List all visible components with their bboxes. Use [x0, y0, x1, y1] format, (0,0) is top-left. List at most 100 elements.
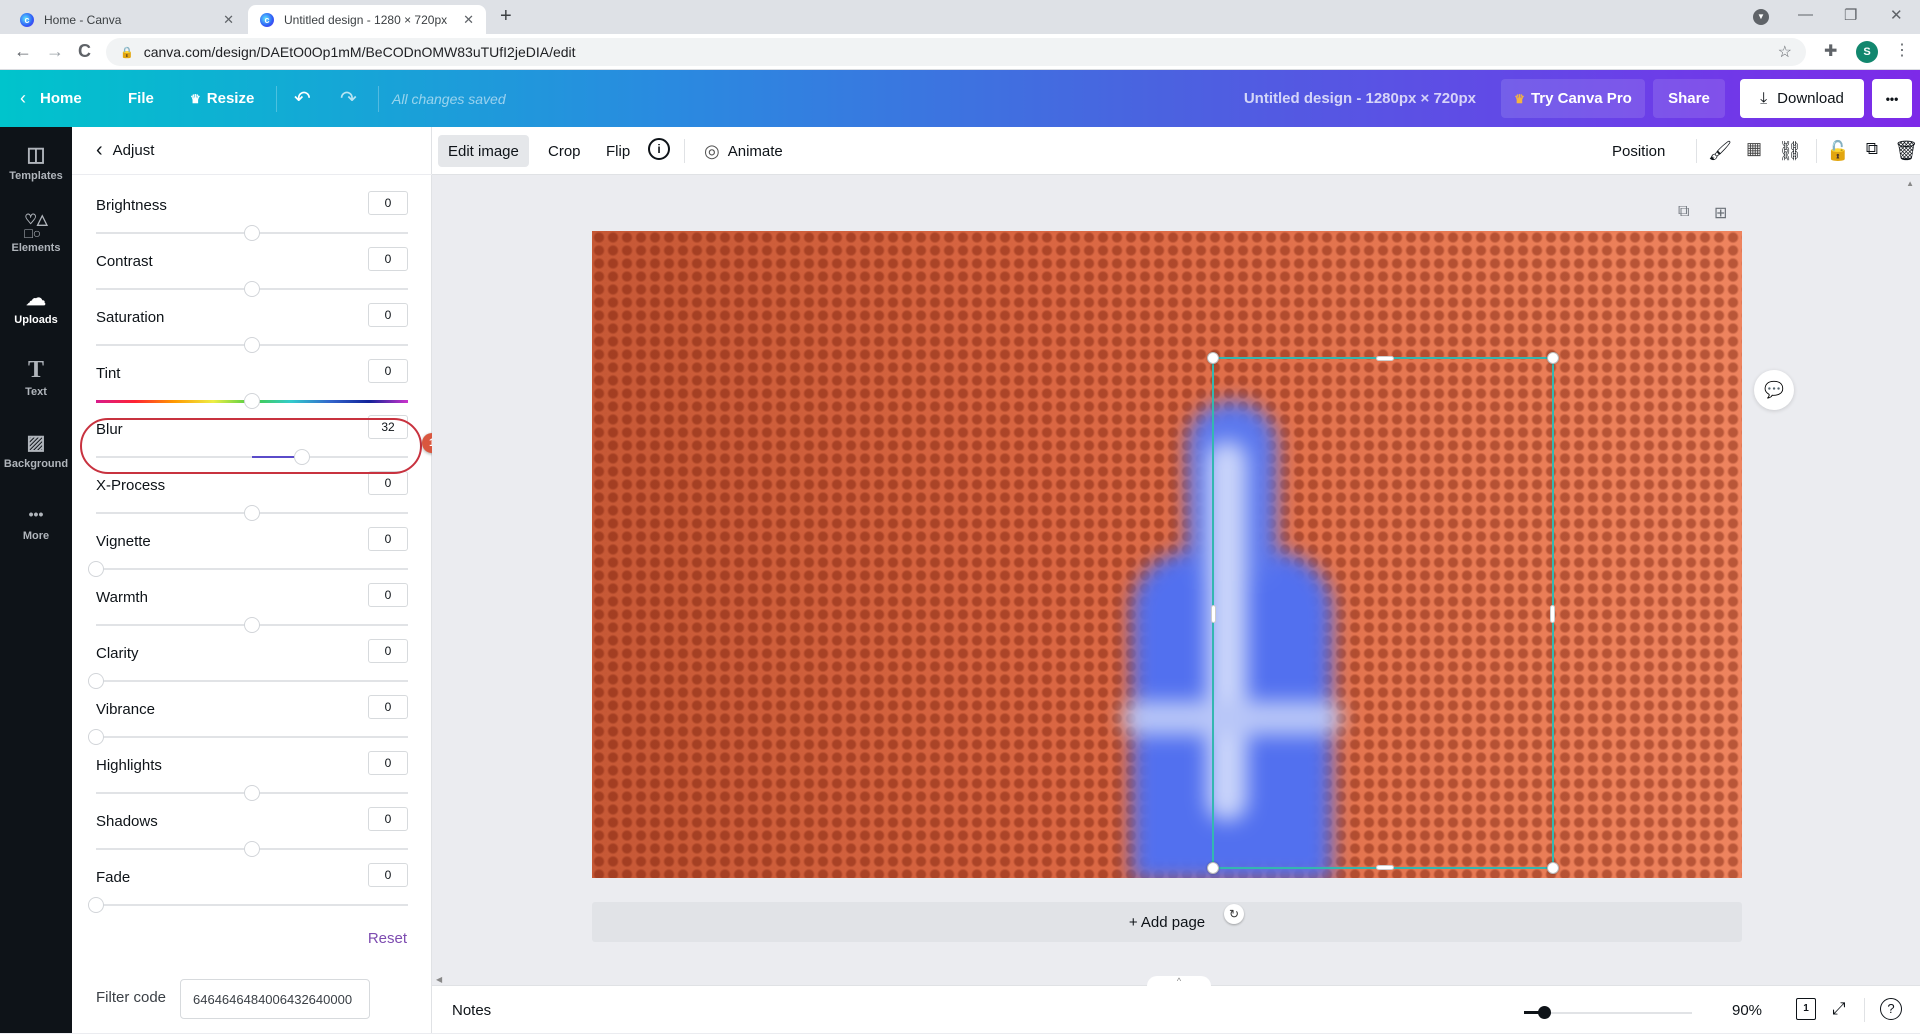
adjust-value-input[interactable]: 0: [368, 639, 408, 663]
adjust-slider-thumb[interactable]: [244, 841, 260, 857]
add-page-button[interactable]: + Add page: [592, 902, 1742, 942]
adjust-slider-thumb[interactable]: [244, 505, 260, 521]
edit-image-button[interactable]: Edit image: [438, 135, 529, 167]
rail-item-uploads[interactable]: ☁ Uploads: [0, 271, 72, 341]
resize-handle-top-right[interactable]: [1547, 352, 1559, 364]
resize-handle-top-left[interactable]: [1207, 352, 1219, 364]
browser-menu-icon[interactable]: ⋮: [1894, 40, 1910, 60]
fullscreen-icon[interactable]: ⤢: [1832, 999, 1846, 1019]
adjust-value-input[interactable]: 0: [368, 527, 408, 551]
scroll-up-arrow[interactable]: ▲: [1906, 179, 1914, 188]
filter-code-input[interactable]: 6464646484006432640000: [180, 979, 370, 1019]
rotate-icon[interactable]: ↻: [1224, 904, 1244, 924]
resize-handle-bottom-right[interactable]: [1547, 862, 1559, 874]
adjust-slider-thumb[interactable]: [244, 393, 260, 409]
extensions-icon[interactable]: ✚: [1824, 41, 1837, 61]
add-comment-icon[interactable]: 💬: [1754, 370, 1794, 410]
try-canva-pro-button[interactable]: ♛ Try Canva Pro: [1501, 79, 1645, 118]
undo-icon[interactable]: ↶: [294, 70, 311, 127]
adjust-slider-track[interactable]: [96, 568, 408, 570]
unlock-icon[interactable]: 🔓: [1826, 139, 1850, 163]
adjust-value-input[interactable]: 0: [368, 807, 408, 831]
profile-avatar[interactable]: S: [1856, 41, 1878, 63]
position-button[interactable]: Position: [1602, 135, 1675, 167]
adjust-value-input[interactable]: 0: [368, 751, 408, 775]
rail-item-text[interactable]: T Text: [0, 343, 72, 413]
help-icon[interactable]: ?: [1880, 998, 1902, 1020]
restore-icon[interactable]: ❐: [1844, 6, 1857, 24]
link-icon[interactable]: ⛓: [1778, 139, 1802, 163]
design-title[interactable]: Untitled design - 1280px × 720px: [1244, 70, 1476, 127]
new-tab-button[interactable]: +: [500, 5, 512, 28]
close-tab-icon[interactable]: ✕: [463, 12, 474, 28]
adjust-back-button[interactable]: ‹ Adjust: [72, 127, 432, 175]
adjust-value-input[interactable]: 0: [368, 191, 408, 215]
trash-icon[interactable]: 🗑: [1894, 139, 1918, 163]
share-button[interactable]: Share: [1653, 79, 1725, 118]
adjust-slider-track[interactable]: [96, 904, 408, 906]
adjust-slider-track[interactable]: [96, 736, 408, 738]
editor-header: ‹ Home File ♛ Resize ↶ ↷ All changes sav…: [0, 70, 1920, 127]
adjust-slider-thumb[interactable]: [244, 281, 260, 297]
adjust-value-input[interactable]: 0: [368, 863, 408, 887]
adjust-value-input[interactable]: 0: [368, 695, 408, 719]
minimize-icon[interactable]: —: [1798, 6, 1813, 23]
rail-item-elements[interactable]: ♡△ □○ Elements: [0, 199, 72, 269]
redo-icon[interactable]: ↷: [340, 70, 357, 127]
adjust-value-input[interactable]: 0: [368, 471, 408, 495]
adjust-slider-track[interactable]: [96, 680, 408, 682]
forward-icon[interactable]: →: [46, 41, 64, 62]
resize-handle-bottom[interactable]: [1376, 865, 1394, 870]
adjust-value-input[interactable]: 0: [368, 583, 408, 607]
rail-item-templates[interactable]: ◫ Templates: [0, 127, 72, 197]
close-tab-icon[interactable]: ✕: [223, 12, 234, 28]
reload-icon[interactable]: C: [78, 41, 91, 62]
resize-handle-top[interactable]: [1376, 356, 1394, 361]
close-window-icon[interactable]: ✕: [1890, 6, 1903, 24]
notes-button[interactable]: Notes: [452, 986, 491, 1034]
animate-button[interactable]: ◎ Animate: [694, 135, 793, 167]
adjust-value-input[interactable]: 0: [368, 303, 408, 327]
scroll-left-arrow[interactable]: ◀: [436, 975, 442, 984]
adjust-slider-thumb[interactable]: [88, 673, 104, 689]
crop-button[interactable]: Crop: [538, 135, 591, 167]
page-count-icon[interactable]: 1: [1796, 998, 1816, 1020]
adjust-slider-thumb[interactable]: [88, 561, 104, 577]
adjust-slider-thumb[interactable]: [244, 617, 260, 633]
browser-tab-home[interactable]: c Home - Canva ✕: [8, 5, 246, 34]
adjust-slider-thumb[interactable]: [88, 729, 104, 745]
resize-handle-bottom-left[interactable]: [1207, 862, 1219, 874]
add-page-icon[interactable]: ⊞: [1714, 203, 1727, 223]
duplicate-page-icon[interactable]: ⧉: [1678, 203, 1689, 221]
duplicate-icon[interactable]: ⧉: [1860, 139, 1884, 159]
resize-handle-right[interactable]: [1550, 605, 1555, 623]
home-button[interactable]: ‹ Home: [20, 70, 82, 127]
tab-search-icon[interactable]: ▼: [1753, 9, 1769, 25]
resize-button[interactable]: ♛ Resize: [190, 70, 254, 127]
url-field[interactable]: 🔒 canva.com/design/DAEtO0Op1mM/BeCODnOMW…: [106, 38, 1806, 66]
adjust-slider-thumb[interactable]: [88, 897, 104, 913]
more-options-button[interactable]: •••: [1872, 79, 1912, 118]
adjust-value-input[interactable]: 0: [368, 247, 408, 271]
zoom-percentage[interactable]: 90%: [1732, 986, 1762, 1034]
zoom-slider-thumb[interactable]: [1538, 1006, 1552, 1019]
browser-tab-design[interactable]: c Untitled design - 1280 × 720px ✕: [248, 5, 486, 34]
adjust-slider-thumb[interactable]: [244, 225, 260, 241]
back-icon[interactable]: ←: [14, 41, 32, 62]
design-page[interactable]: [592, 231, 1742, 878]
flip-button[interactable]: Flip: [596, 135, 640, 167]
adjust-slider-thumb[interactable]: [244, 337, 260, 353]
adjust-value-input[interactable]: 0: [368, 359, 408, 383]
info-icon[interactable]: i: [648, 138, 670, 160]
download-button[interactable]: ⤓ Download: [1740, 79, 1864, 118]
rail-item-more[interactable]: ••• More: [0, 487, 72, 557]
reset-link[interactable]: Reset: [368, 930, 407, 947]
transparency-icon[interactable]: ▦: [1742, 139, 1766, 159]
rail-item-background[interactable]: ▨ Background: [0, 415, 72, 485]
paint-roller-icon[interactable]: 🖌: [1708, 139, 1732, 163]
file-menu-button[interactable]: File: [128, 70, 154, 127]
collapse-notes-tab[interactable]: ^: [1147, 976, 1211, 990]
bookmark-star-icon[interactable]: ☆: [1778, 42, 1792, 62]
adjust-slider-thumb[interactable]: [244, 785, 260, 801]
resize-handle-left[interactable]: [1211, 605, 1216, 623]
